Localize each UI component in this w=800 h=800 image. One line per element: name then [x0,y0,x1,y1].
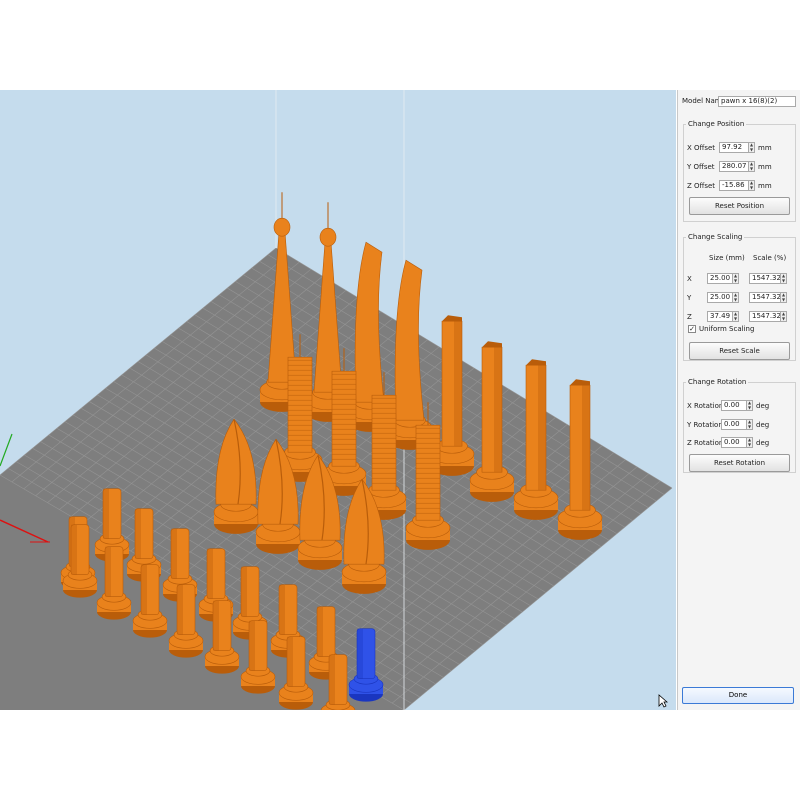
size-spinner[interactable]: ▲ ▼ [733,273,739,284]
rotation-group-title: Change Rotation [688,378,747,386]
x-rotation-input[interactable]: 0.00 [721,400,747,411]
uniform-scaling-checkbox[interactable]: ✓ [688,325,696,333]
size-input[interactable]: 37.49 [707,311,733,322]
y-rotation-unit: deg [756,420,770,429]
scale-input[interactable]: 1547.32 [749,292,781,303]
z-offset-input[interactable]: -15.86 [719,180,749,191]
size-column-header: Size (mm) [709,254,745,262]
done-button[interactable]: Done [682,687,794,704]
x-offset-input[interactable]: 97.92 [719,142,749,153]
y-rotation-input[interactable]: 0.00 [721,419,747,430]
y-rotation-spinner[interactable]: ▲ ▼ [747,419,753,430]
scale-spinner[interactable]: ▲ ▼ [781,273,787,284]
scale-input[interactable]: 1547.32 [749,273,781,284]
scale-axis-label: Y [687,293,692,302]
y-offset-spinner[interactable]: ▲ ▼ [749,161,755,172]
scale-row: X 25.00 ▲ ▼ 1547.32 ▲ ▼ [687,273,787,284]
x-rotation-label: X Rotation [687,401,724,410]
z-rotation-spinner[interactable]: ▲ ▼ [747,437,753,448]
z-offset-spinner[interactable]: ▲ ▼ [749,180,755,191]
x-offset-label: X Offset [687,143,716,152]
scale-axis-label: X [687,274,692,283]
z-offset-unit: mm [758,181,772,190]
z-rotation-input[interactable]: 0.00 [721,437,747,448]
y-offset-unit: mm [758,162,772,171]
size-input[interactable]: 25.00 [707,273,733,284]
scale-spinner[interactable]: ▲ ▼ [781,292,787,303]
size-spinner[interactable]: ▲ ▼ [733,311,739,322]
reset-rotation-button[interactable]: Reset Rotation [689,454,790,472]
x-rotation-spinner[interactable]: ▲ ▼ [747,400,753,411]
x-rotation-unit: deg [756,401,770,410]
scale-row: Z 37.49 ▲ ▼ 1547.32 ▲ ▼ [687,311,787,322]
scale-axis-label: Z [687,312,692,321]
position-group-title: Change Position [688,120,745,128]
scale-spinner[interactable]: ▲ ▼ [781,311,787,322]
scale-row: Y 25.00 ▲ ▼ 1547.32 ▲ ▼ [687,292,787,303]
z-rotation-unit: deg [756,438,770,447]
model-name-input[interactable]: pawn x 16(8)(2) [718,96,796,107]
3d-viewport[interactable] [0,90,676,710]
reset-position-button[interactable]: Reset Position [689,197,790,215]
z-offset-label: Z Offset [687,181,716,190]
size-input[interactable]: 25.00 [707,292,733,303]
y-offset-input[interactable]: 280.07 [719,161,749,172]
y-offset-label: Y Offset [687,162,715,171]
object-settings-panel: Model Name: pawn x 16(8)(2) Change Posit… [677,90,800,710]
scene-canvas[interactable] [0,90,676,710]
uniform-scaling-label: Uniform Scaling [699,325,755,333]
mouse-cursor-icon [658,694,668,708]
x-offset-spinner[interactable]: ▲ ▼ [749,142,755,153]
x-offset-unit: mm [758,143,772,152]
size-spinner[interactable]: ▲ ▼ [733,292,739,303]
scale-column-header: Scale (%) [753,254,787,262]
scale-input[interactable]: 1547.32 [749,311,781,322]
reset-scale-button[interactable]: Reset Scale [689,342,790,360]
y-rotation-label: Y Rotation [687,420,723,429]
z-rotation-label: Z Rotation [687,438,724,447]
scaling-group-title: Change Scaling [688,233,743,241]
